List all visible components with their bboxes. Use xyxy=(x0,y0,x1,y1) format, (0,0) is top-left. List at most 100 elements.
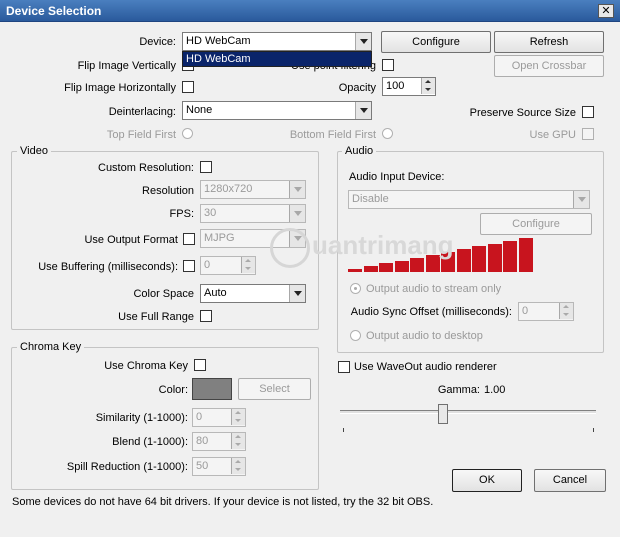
dropdown-item[interactable]: HD WebCam xyxy=(183,52,371,66)
open-crossbar-button[interactable]: Open Crossbar xyxy=(494,55,604,77)
cancel-button[interactable]: Cancel xyxy=(534,469,606,492)
similarity-label: Similarity (1-1000): xyxy=(95,412,188,424)
audio-sync-offset-label: Audio Sync Offset (milliseconds): xyxy=(350,306,512,318)
audio-input-device-combo[interactable]: Disable xyxy=(348,190,590,209)
device-label: Device: xyxy=(139,36,176,48)
opacity-value: 100 xyxy=(386,80,405,92)
use-output-format-checkbox[interactable] xyxy=(183,233,195,245)
spin-up-icon[interactable] xyxy=(559,303,573,311)
deinterlacing-combo[interactable]: None xyxy=(182,101,372,120)
output-to-desktop-radio[interactable] xyxy=(350,330,361,341)
audio-meter-bar xyxy=(456,249,471,272)
preserve-source-size-label: Preserve Source Size xyxy=(469,107,576,119)
opacity-spinner[interactable]: 100 xyxy=(382,77,436,96)
spin-up-icon[interactable] xyxy=(231,433,245,441)
spin-up-icon[interactable] xyxy=(231,458,245,466)
similarity-value: 0 xyxy=(196,411,203,423)
output-format-value: MJPG xyxy=(204,232,235,244)
footer-note: Some devices do not have 64 bit drivers.… xyxy=(12,496,434,508)
watermark-text: uantrimang xyxy=(312,230,454,260)
video-group-title: Video xyxy=(17,145,51,157)
color-space-value: Auto xyxy=(204,287,227,299)
similarity-spinner[interactable]: 0 xyxy=(192,408,246,427)
use-chroma-key-checkbox[interactable] xyxy=(194,359,206,371)
device-value: HD WebCam xyxy=(186,35,251,47)
device-combo[interactable]: HD WebCam xyxy=(182,32,372,51)
spin-down-icon[interactable] xyxy=(231,417,245,425)
resolution-label: Resolution xyxy=(142,185,194,197)
use-chroma-key-label: Use Chroma Key xyxy=(104,360,188,372)
spill-reduction-value: 50 xyxy=(196,460,209,472)
point-filtering-checkbox[interactable] xyxy=(382,59,394,71)
device-configure-button[interactable]: Configure xyxy=(381,31,491,53)
top-field-first-label: Top Field First xyxy=(106,129,176,141)
use-gpu-checkbox[interactable] xyxy=(582,128,594,140)
color-space-combo[interactable]: Auto xyxy=(200,284,306,303)
deinterlacing-value: None xyxy=(186,104,213,116)
audio-meter-bar xyxy=(518,238,533,272)
resolution-combo[interactable]: 1280x720 xyxy=(200,180,306,199)
spill-reduction-spinner[interactable]: 50 xyxy=(192,457,246,476)
custom-resolution-checkbox[interactable] xyxy=(200,161,212,173)
device-dropdown-list: HD WebCam xyxy=(182,51,372,67)
audio-group-title: Audio xyxy=(342,145,377,157)
slider-tick xyxy=(343,428,344,432)
chevron-down-icon xyxy=(355,102,371,119)
spin-down-icon[interactable] xyxy=(241,265,255,273)
chroma-color-swatch[interactable] xyxy=(192,378,232,400)
audio-meter-bar xyxy=(394,261,409,272)
opacity-label: Opacity xyxy=(338,82,376,94)
ok-button[interactable]: OK xyxy=(452,469,522,492)
bottom-field-first-radio[interactable] xyxy=(382,128,393,139)
spin-down-icon[interactable] xyxy=(231,466,245,474)
slider-tick xyxy=(593,428,594,432)
use-gpu-label: Use GPU xyxy=(529,129,576,141)
gamma-slider-track[interactable] xyxy=(340,410,596,414)
fps-value: 30 xyxy=(204,207,217,219)
audio-input-device-label: Audio Input Device: xyxy=(349,171,445,183)
fps-label: FPS: xyxy=(169,208,194,220)
select-color-button[interactable]: Select xyxy=(238,378,311,400)
blend-spinner[interactable]: 80 xyxy=(192,432,246,451)
refresh-button[interactable]: Refresh xyxy=(494,31,604,53)
use-full-range-checkbox[interactable] xyxy=(200,310,212,322)
resolution-value: 1280x720 xyxy=(204,183,253,195)
spin-up-icon[interactable] xyxy=(231,409,245,417)
audio-meter-bar xyxy=(487,244,502,272)
audio-meter-bar xyxy=(348,269,362,272)
buffering-spinner[interactable]: 0 xyxy=(200,256,256,275)
color-label: Color: xyxy=(158,384,188,396)
output-to-stream-radio[interactable] xyxy=(350,283,361,294)
bottom-field-first-label: Bottom Field First xyxy=(289,129,376,141)
audio-meter-bar xyxy=(472,246,486,272)
deinterlacing-label: Deinterlacing: xyxy=(108,106,176,118)
audio-meter-bar xyxy=(379,263,393,272)
audio-configure-button[interactable]: Configure xyxy=(480,213,592,235)
spin-up-icon[interactable] xyxy=(241,257,255,265)
fps-combo[interactable]: 30 xyxy=(200,204,306,223)
chevron-down-icon xyxy=(573,191,589,208)
spin-up-icon[interactable] xyxy=(421,78,435,86)
blend-value: 80 xyxy=(196,435,209,447)
gamma-value: 1.00 xyxy=(484,384,506,396)
use-buffering-checkbox[interactable] xyxy=(183,260,195,272)
audio-sync-offset-spinner[interactable]: 0 xyxy=(518,302,574,321)
gamma-label: Gamma: xyxy=(437,384,480,396)
custom-resolution-label: Custom Resolution: xyxy=(98,162,194,174)
chevron-down-icon xyxy=(289,205,305,222)
flip-horizontal-checkbox[interactable] xyxy=(182,81,194,93)
preserve-source-size-checkbox[interactable] xyxy=(582,106,594,118)
audio-meter-bar xyxy=(363,266,378,272)
close-button[interactable]: ✕ xyxy=(598,4,614,18)
color-space-label: Color Space xyxy=(133,288,194,300)
gamma-slider-thumb[interactable] xyxy=(438,404,448,424)
spin-down-icon[interactable] xyxy=(421,86,435,94)
audio-input-device-value: Disable xyxy=(352,193,389,205)
spin-down-icon[interactable] xyxy=(231,441,245,449)
spin-down-icon[interactable] xyxy=(559,311,573,319)
top-field-first-radio[interactable] xyxy=(182,128,193,139)
watermark-logo-icon xyxy=(270,228,310,268)
waveout-checkbox[interactable] xyxy=(338,361,350,373)
waveout-label: Use WaveOut audio renderer xyxy=(354,361,497,373)
chevron-down-icon xyxy=(289,285,305,302)
